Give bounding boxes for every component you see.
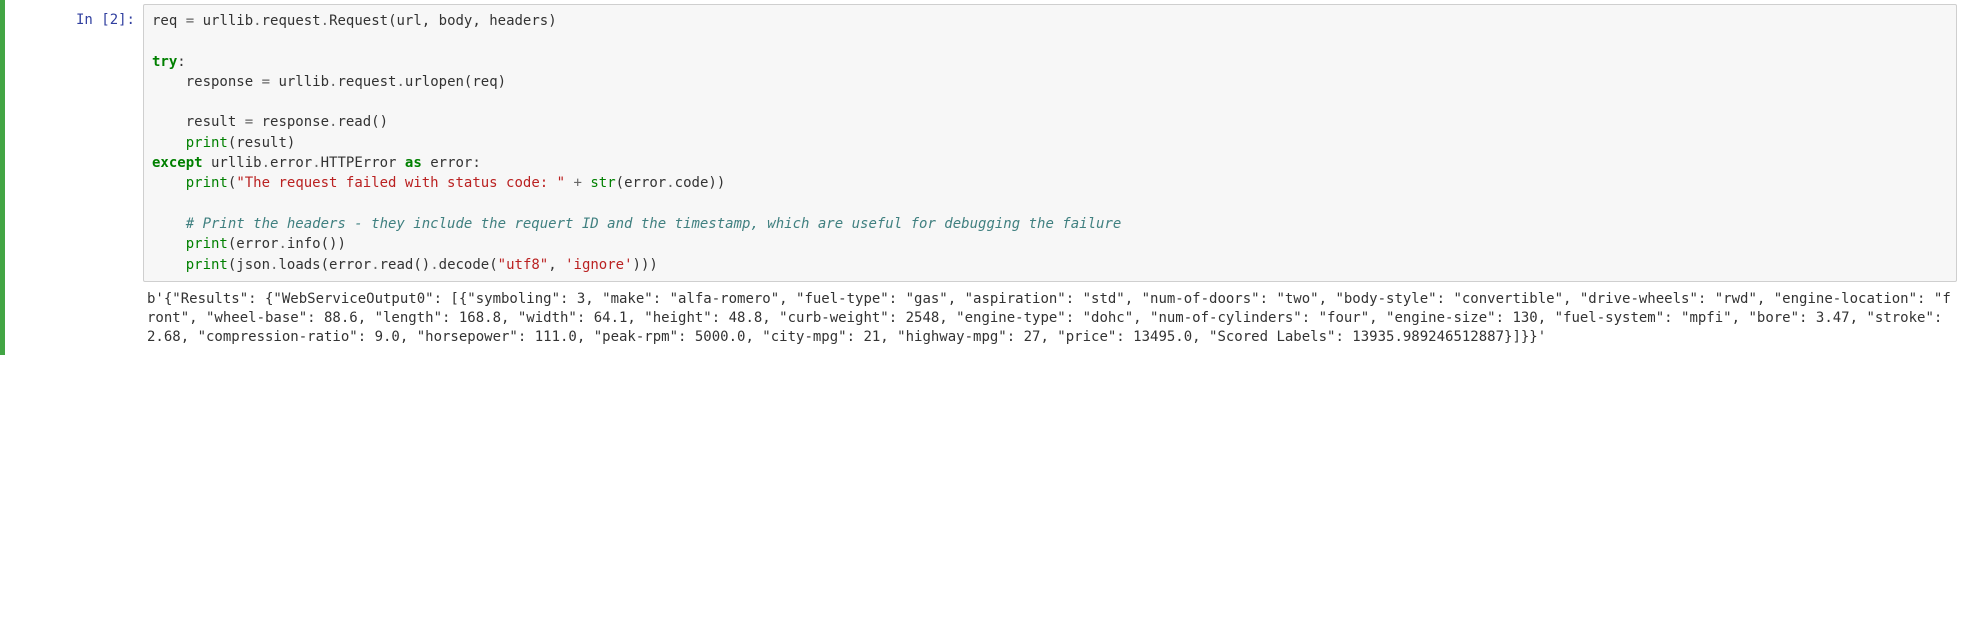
code-cell: In [2]: req = urllib.request.Request(url… (0, 0, 1963, 355)
code-input-area[interactable]: req = urllib.request.Request(url, body, … (143, 4, 1957, 282)
code-content: req = urllib.request.Request(url, body, … (152, 11, 1948, 275)
cell-output: b'{"Results": {"WebServiceOutput0": [{"s… (143, 282, 1957, 351)
cell-prompt: In [2]: (5, 4, 143, 351)
cell-body: req = urllib.request.Request(url, body, … (143, 4, 1957, 351)
